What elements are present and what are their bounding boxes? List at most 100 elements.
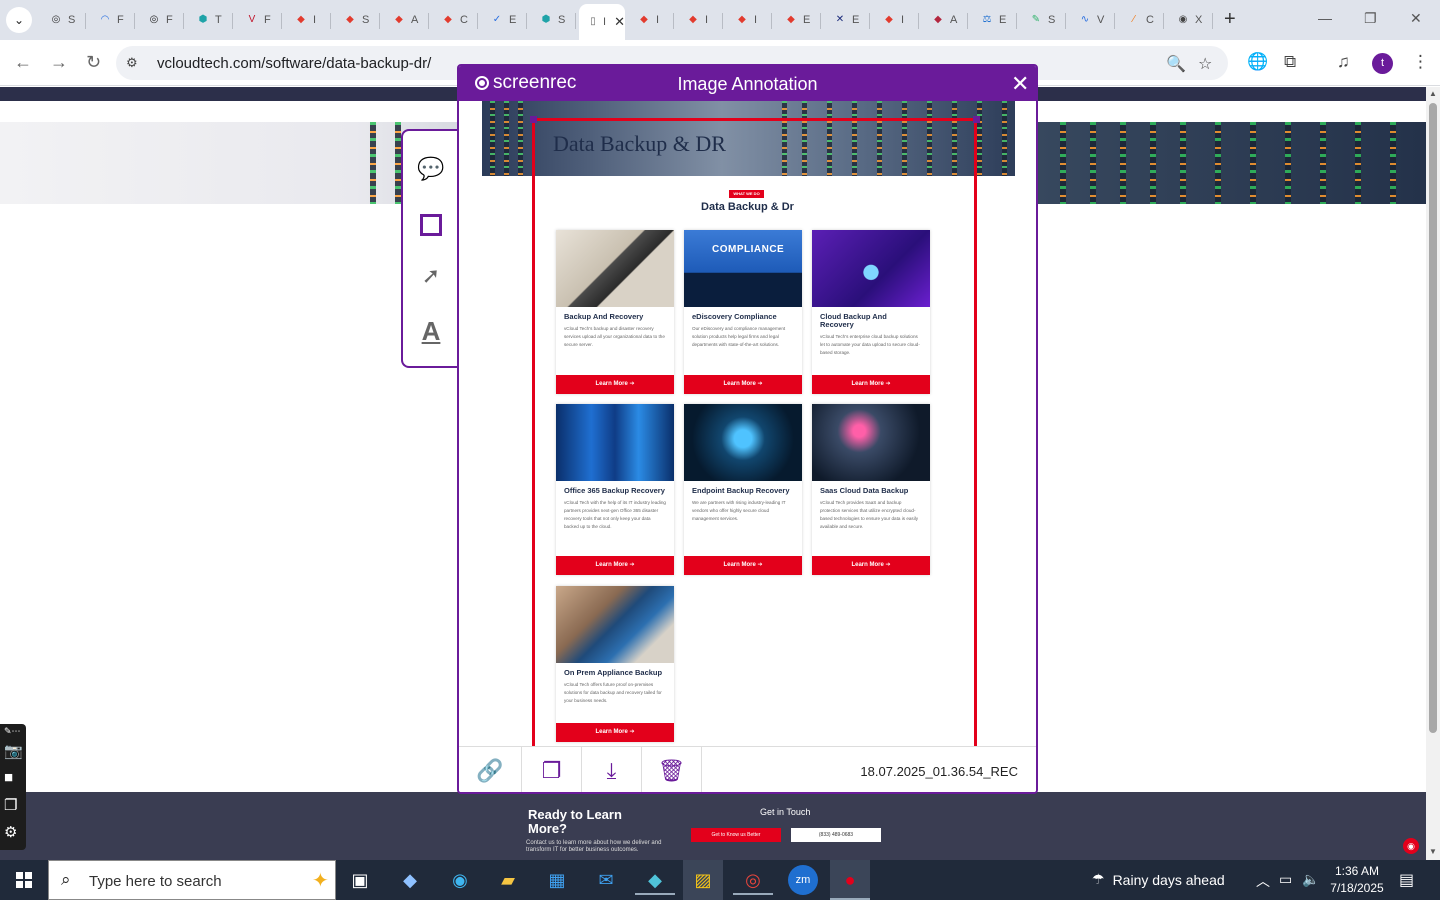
volume-icon[interactable]: 🔈 <box>1302 871 1319 888</box>
notification-center-icon[interactable]: ▤ <box>1399 870 1414 890</box>
copilot-sparkle-icon[interactable]: ✦ <box>312 868 329 893</box>
modal-header: screenrec Image Annotation ✕ <box>459 66 1036 101</box>
browser-tab[interactable]: ◉ X <box>1167 4 1213 36</box>
url-text[interactable]: vcloudtech.com/software/data-backup-dr/ <box>157 55 431 72</box>
tab-search-button[interactable]: ⌄ <box>6 7 32 33</box>
browser-tab[interactable]: ◆ A <box>922 4 968 36</box>
screenrec-app-icon[interactable]: ● <box>830 860 870 900</box>
back-icon[interactable]: ← <box>14 52 32 73</box>
chrome-icon[interactable]: ◎ <box>733 865 773 895</box>
site-chat-icon[interactable]: ◉ <box>1403 838 1419 854</box>
app-diamond-icon[interactable]: ◆ <box>635 865 675 895</box>
file-explorer-icon[interactable]: ▰ <box>488 865 528 895</box>
tab-separator <box>722 13 723 29</box>
browser-tab[interactable]: ✓ E <box>481 4 527 36</box>
browser-tab[interactable]: ∿ V <box>1069 4 1115 36</box>
sticky-notes-icon[interactable]: ▨ <box>683 860 723 900</box>
browser-tab[interactable]: ◆ I <box>677 4 723 36</box>
tab-separator <box>575 13 576 29</box>
copy-icon[interactable]: ❐ <box>522 747 582 792</box>
media-control-icon[interactable]: ♫ <box>1337 52 1350 72</box>
rectangle-icon[interactable] <box>420 214 442 236</box>
browser-tab[interactable]: ◆ A <box>383 4 429 36</box>
restore-icon[interactable]: ❐ <box>1364 10 1377 27</box>
browser-tab[interactable]: ◆ I <box>873 4 919 36</box>
tab-separator <box>281 13 282 29</box>
text-icon[interactable]: A <box>417 316 445 347</box>
trash-icon[interactable]: 🗑 <box>642 747 702 792</box>
mail-icon[interactable]: ✉ <box>586 865 626 895</box>
weather-widget[interactable]: ☂ Rainy days ahead <box>1092 871 1225 888</box>
forward-icon[interactable]: → <box>50 52 68 73</box>
image-annotation-modal: screenrec Image Annotation ✕ Data Backup… <box>457 64 1038 794</box>
annotated-screenshot[interactable]: Data Backup & DR WHAT WE DO Data Backup … <box>459 101 1036 746</box>
translate-icon[interactable]: 🌐 <box>1247 52 1268 72</box>
ms-store-icon[interactable]: ▦ <box>537 865 577 895</box>
gallery-icon[interactable]: ❐ <box>4 796 17 814</box>
comment-icon[interactable]: 💬 <box>417 155 445 183</box>
browser-tab[interactable]: ◆ E <box>775 4 821 36</box>
tab-close-icon[interactable]: ✕ <box>614 14 625 30</box>
browser-tab[interactable]: ◠ F <box>89 4 135 36</box>
browser-tab[interactable]: ◆ C <box>432 4 478 36</box>
arrow-icon[interactable]: ➚ <box>417 262 445 290</box>
site-info-icon[interactable]: ⚙ <box>126 55 138 71</box>
window-close-icon[interactable]: ✕ <box>1410 10 1422 27</box>
browser-tab[interactable]: ⬢ T <box>187 4 233 36</box>
scroll-up-icon[interactable]: ▲ <box>1429 89 1437 98</box>
browser-tab[interactable]: ⁄ C <box>1118 4 1164 36</box>
profile-avatar[interactable]: t <box>1372 53 1393 74</box>
taskbar-search[interactable]: ⌕ Type here to search ✦ <box>48 860 336 900</box>
zoom-app-icon[interactable]: zm <box>788 865 818 895</box>
copilot-icon[interactable]: ◆ <box>390 865 430 895</box>
browser-tab[interactable]: ◆ S <box>334 4 380 36</box>
footer-know-us-button[interactable]: Get to Know us Better <box>691 828 781 842</box>
close-icon[interactable]: ✕ <box>1011 71 1029 97</box>
browser-tab[interactable]: ◆ I <box>628 4 674 36</box>
bookmark-star-icon[interactable]: ☆ <box>1198 54 1212 74</box>
menu-kebab-icon[interactable]: ⋮ <box>1412 52 1429 72</box>
page-scrollbar[interactable]: ▲ ▼ <box>1426 87 1440 860</box>
annotation-handle[interactable] <box>530 116 537 123</box>
tray-chevron-icon[interactable]: ︿ <box>1256 871 1270 891</box>
tab-label: A <box>411 14 419 26</box>
x-icon: ✕ <box>835 14 845 25</box>
browser-tab[interactable]: ◆ I <box>726 4 772 36</box>
link-icon[interactable]: 🔗 <box>459 747 522 792</box>
minimize-icon[interactable]: — <box>1318 10 1332 26</box>
browser-tab[interactable]: ◎ F <box>138 4 184 36</box>
tab-label: S <box>1048 14 1056 26</box>
video-icon[interactable]: ■ <box>4 769 13 786</box>
zoom-icon[interactable]: 🔍 <box>1166 54 1186 74</box>
search-placeholder[interactable]: Type here to search <box>89 873 222 890</box>
camera-icon[interactable]: 📷 <box>4 742 23 760</box>
tab-label: I <box>603 16 607 28</box>
edge-icon[interactable]: ◉ <box>440 865 480 895</box>
extensions-icon[interactable]: ⧉ <box>1284 52 1296 72</box>
browser-tab[interactable]: ⬢ S <box>530 4 576 36</box>
tab-label: E <box>509 14 517 26</box>
system-clock[interactable]: 1:36 AM 7/18/2025 <box>1326 863 1388 897</box>
annotation-rectangle[interactable] <box>532 118 977 746</box>
task-view-icon[interactable]: ▣ <box>340 865 380 895</box>
start-button[interactable] <box>0 860 48 900</box>
footer-phone[interactable]: (833) 489-0683 <box>791 828 881 842</box>
settings-gear-icon[interactable]: ⚙ <box>4 823 17 841</box>
reload-icon[interactable]: ↻ <box>86 52 101 73</box>
browser-tab[interactable]: ✕ E <box>824 4 870 36</box>
browser-tab[interactable]: ⚖ E <box>971 4 1017 36</box>
browser-tab[interactable]: ◎ S <box>40 4 86 36</box>
browser-tab[interactable]: ▯ I ✕ <box>579 4 625 40</box>
browser-tab[interactable]: ✎ S <box>1020 4 1066 36</box>
scroll-down-icon[interactable]: ▼ <box>1429 847 1437 856</box>
browser-tab[interactable]: VF <box>236 4 282 36</box>
tab-label: F <box>264 14 271 26</box>
new-tab-button[interactable]: + <box>1224 8 1236 31</box>
scroll-thumb[interactable] <box>1429 103 1437 733</box>
network-icon[interactable]: ▭ <box>1279 871 1292 888</box>
annotation-handle[interactable] <box>973 116 980 123</box>
browser-tab[interactable]: ◆ I <box>285 4 331 36</box>
diamond-icon: ◆ <box>297 14 305 25</box>
download-icon[interactable]: ⤓ <box>582 747 642 792</box>
pen-menu-icon[interactable]: ✎⋯ <box>4 726 21 737</box>
